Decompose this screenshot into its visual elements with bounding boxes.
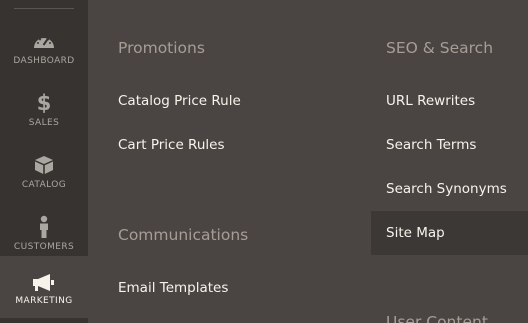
sidebar-item-customers[interactable]: CUSTOMERS [0, 202, 88, 264]
dashboard-icon [0, 30, 88, 52]
sidebar-item-label: MARKETING [15, 296, 73, 306]
sidebar-item-label: CATALOG [21, 180, 67, 190]
person-icon [0, 215, 88, 238]
menu-link-catalog-price-rule[interactable]: Catalog Price Rule [118, 93, 241, 109]
sidebar-item-dashboard[interactable]: DASHBOARD [0, 16, 88, 78]
sidebar-top-divider [14, 8, 74, 9]
sidebar-item-marketing[interactable]: MARKETING [0, 256, 88, 318]
admin-menu-screen: DASHBOARD $ SALES CATALOG CUSTOMERS MARK… [0, 0, 528, 323]
admin-sidebar: DASHBOARD $ SALES CATALOG CUSTOMERS MARK… [0, 0, 88, 323]
sidebar-item-sales[interactable]: $ SALES [0, 78, 88, 140]
menu-link-search-terms[interactable]: Search Terms [386, 137, 476, 153]
menu-link-url-rewrites[interactable]: URL Rewrites [386, 93, 475, 109]
group-title-seo-search: SEO & Search [386, 39, 494, 57]
sidebar-item-label: CUSTOMERS [13, 242, 75, 252]
group-title-communications: Communications [118, 226, 249, 244]
dollar-icon: $ [36, 91, 52, 115]
menu-link-site-map[interactable]: Site Map [386, 225, 445, 241]
menu-link-cart-price-rules[interactable]: Cart Price Rules [118, 137, 224, 153]
sidebar-item-label: DASHBOARD [13, 56, 75, 66]
sidebar-item-label: SALES [28, 118, 60, 128]
menu-link-search-synonyms[interactable]: Search Synonyms [386, 181, 507, 197]
box-icon [0, 154, 88, 176]
megaphone-icon [0, 272, 88, 294]
menu-link-email-templates[interactable]: Email Templates [118, 280, 228, 296]
sidebar-item-catalog[interactable]: CATALOG [0, 140, 88, 202]
group-title-user-content: User Content [386, 313, 488, 323]
group-title-promotions: Promotions [118, 39, 205, 57]
